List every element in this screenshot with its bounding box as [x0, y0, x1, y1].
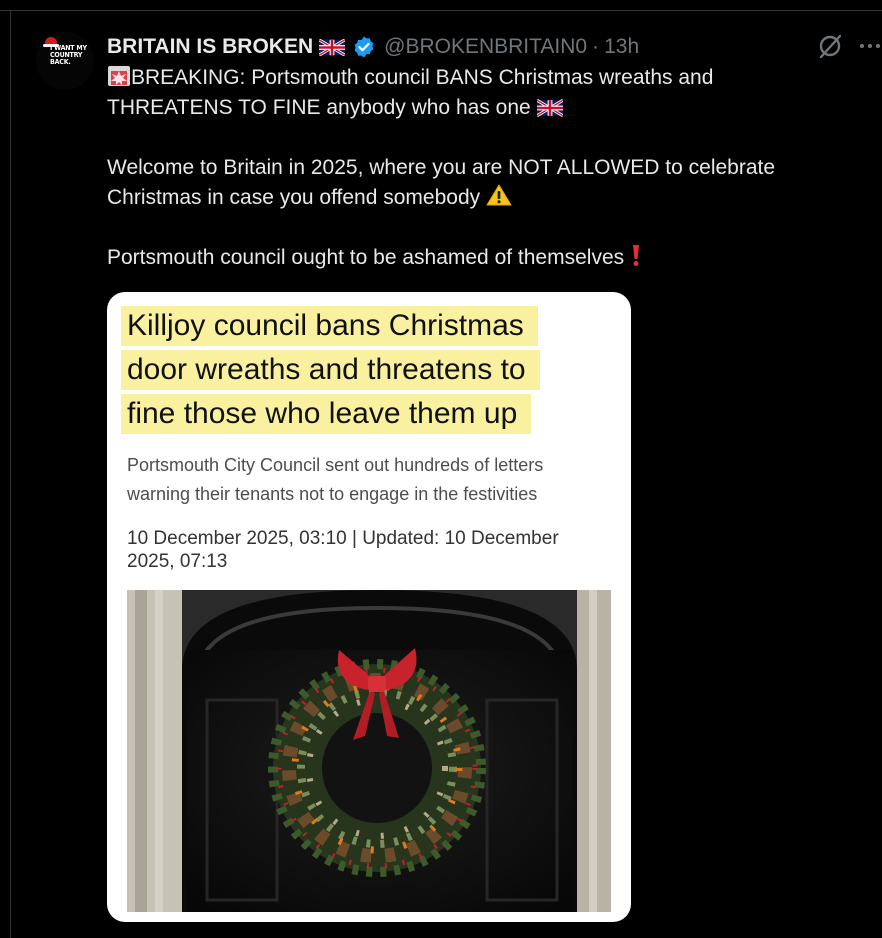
grok-icon[interactable] — [816, 32, 844, 60]
exclamation-icon — [632, 245, 639, 266]
tweet-line-5: Portsmouth council ought to be ashamed o… — [107, 246, 625, 269]
tweet-text: BREAKING: Portsmouth council BANS Christ… — [107, 63, 847, 273]
verified-badge-icon — [354, 36, 374, 58]
left-divider — [10, 10, 11, 938]
tweet-line-3: Welcome to Britain in 2025, where you ar… — [107, 156, 776, 179]
headline-line-1: Killjoy council bans Christmas — [121, 306, 538, 346]
wreath-photo — [127, 590, 611, 912]
more-icon[interactable] — [858, 44, 882, 50]
tweet-header: BRITAIN IS BROKEN @BROKENBRITAIN0 · 13h — [107, 33, 639, 61]
avatar-text: I WANT MY COUNTRY BACK. — [50, 44, 87, 66]
article-dateline: 10 December 2025, 03:10 | Updated: 10 De… — [127, 527, 607, 573]
top-divider — [0, 10, 882, 11]
subhead-line-2: warning their tenants not to engage in t… — [127, 484, 538, 504]
tweet-line-2: THREATENS TO FINE anybody who has one — [107, 96, 531, 119]
separator-dot: · — [592, 35, 600, 58]
avatar[interactable]: I WANT MY COUNTRY BACK. — [36, 32, 94, 90]
union-jack-icon — [319, 38, 346, 56]
timestamp[interactable]: 13h — [604, 35, 639, 59]
warning-icon — [486, 184, 512, 206]
dateline-line-2: 2025, 07:13 — [127, 551, 228, 572]
tweet-line-1: BREAKING: Portsmouth council BANS Christ… — [131, 66, 714, 89]
display-name[interactable]: BRITAIN IS BROKEN — [107, 35, 313, 59]
headline-line-2: door wreaths and threatens to — [121, 350, 540, 390]
headline-line-3: fine those who leave them up — [121, 394, 532, 434]
article-headline: Killjoy council bans Christmas door wrea… — [121, 304, 607, 436]
article-subhead: Portsmouth City Council sent out hundred… — [127, 451, 607, 509]
dateline-line-1: 10 December 2025, 03:10 | Updated: 10 De… — [127, 528, 559, 549]
union-jack-icon — [536, 99, 563, 117]
user-handle[interactable]: @BROKENBRITAIN0 — [384, 35, 587, 59]
tweet-line-4: Christmas in case you offend somebody — [107, 186, 481, 209]
article-image-card[interactable]: Killjoy council bans Christmas door wrea… — [107, 292, 631, 922]
police-light-icon — [108, 66, 130, 86]
subhead-line-1: Portsmouth City Council sent out hundred… — [127, 455, 544, 475]
